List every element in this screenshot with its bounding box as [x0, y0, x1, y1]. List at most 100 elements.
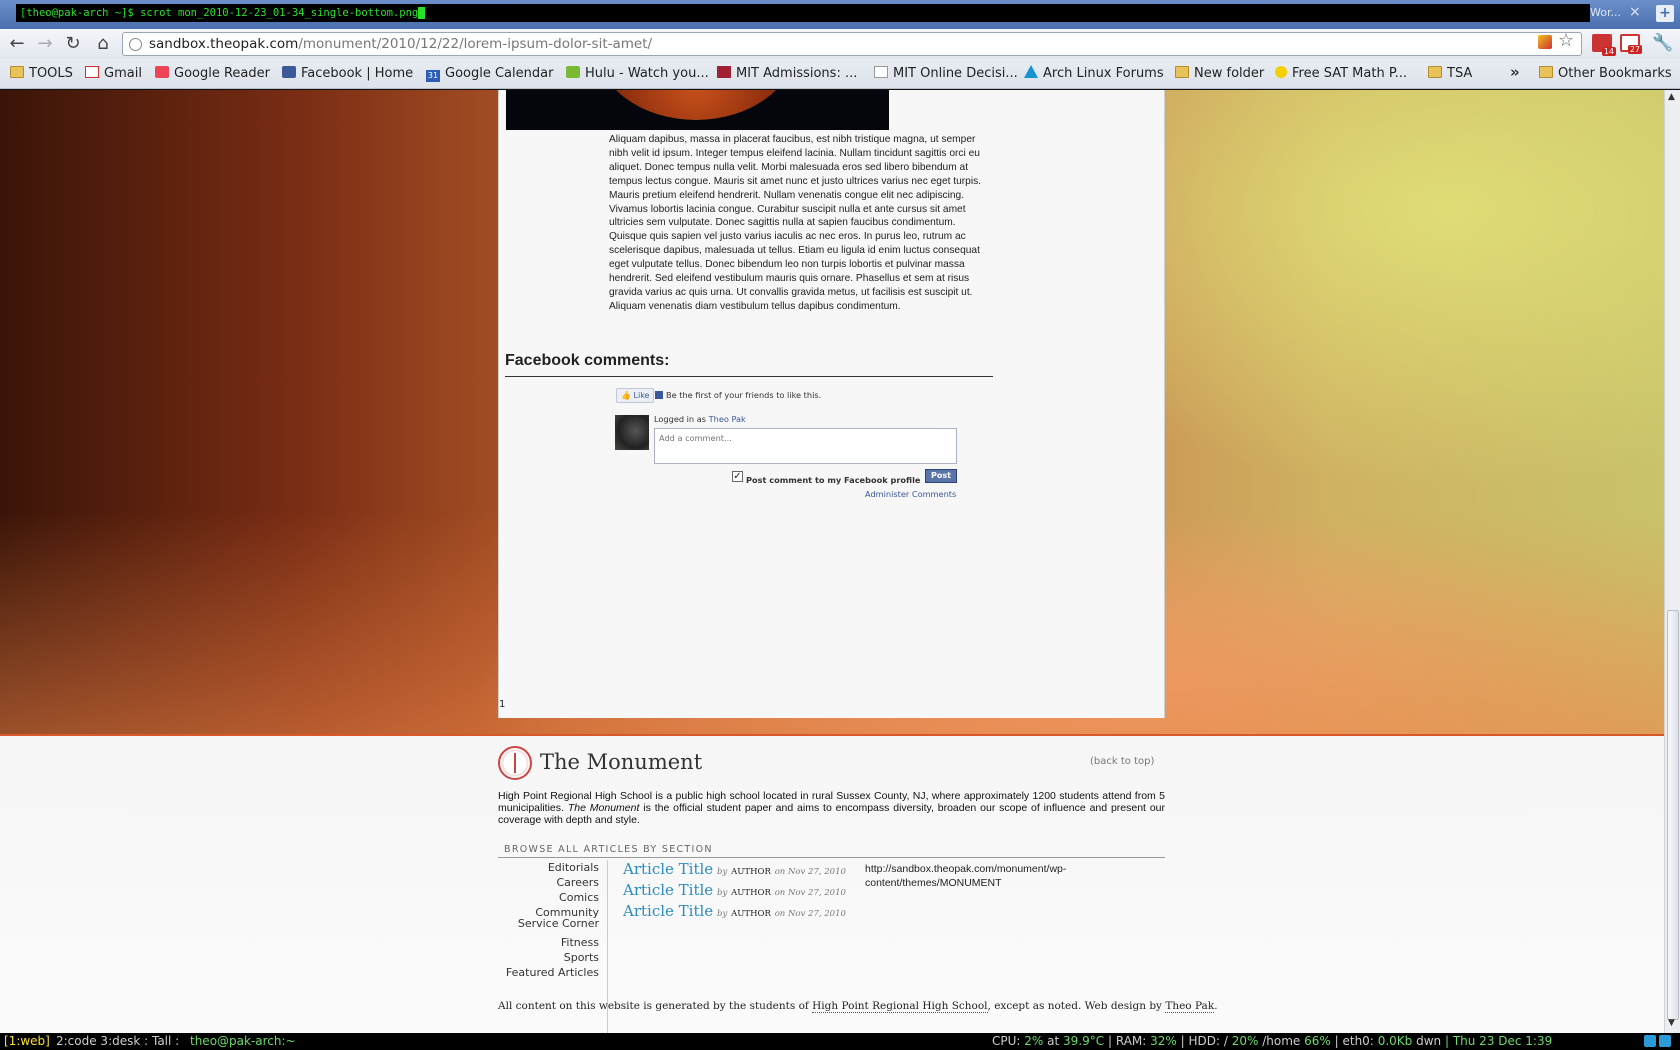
other-bookmarks[interactable]: Other Bookmarks — [1539, 59, 1672, 89]
bookmark-tools[interactable]: TOOLS — [10, 59, 73, 89]
section-link-careers[interactable]: Careers — [557, 877, 600, 888]
article-title-link[interactable]: Article Title — [623, 902, 713, 920]
scroll-thumb[interactable] — [1667, 610, 1679, 1020]
eth-label: | eth0: — [1334, 1034, 1374, 1048]
post-to-profile-label: Post comment to my Facebook profile — [746, 475, 921, 485]
wrench-menu-icon[interactable]: 🔧 — [1652, 33, 1673, 53]
reader-extension-button[interactable]: 14 — [1592, 34, 1616, 56]
article-author: AUTHOR — [731, 867, 771, 877]
close-tab-icon[interactable]: × — [1629, 4, 1641, 20]
bookmark-label: TSA — [1447, 66, 1473, 81]
forward-button[interactable]: → — [34, 34, 56, 54]
bookmark-label: Hulu - Watch you... — [585, 66, 709, 81]
section-link-community-service-corner[interactable]: Community Service Corner — [499, 907, 599, 929]
section-link-comics[interactable]: Comics — [559, 892, 599, 903]
section-link-featured-articles[interactable]: Featured Articles — [506, 967, 599, 978]
hdd-root-value: 20% — [1231, 1034, 1259, 1048]
system-monitor: CPU: 2% at 39.9°C | RAM: 32% | HDD: / 20… — [992, 1033, 1552, 1050]
back-to-top-link[interactable]: (back to top) — [1090, 756, 1154, 767]
article-list-item: Article Title by AUTHOR on Nov 27, 2010 — [623, 902, 846, 920]
hdd-home-label: /home — [1262, 1034, 1301, 1048]
bookmark-label: Arch Linux Forums — [1043, 66, 1164, 81]
bookmark-free-sat-math[interactable]: Free SAT Math P... — [1275, 59, 1407, 89]
school-link[interactable]: High Point Regional High School — [812, 1000, 988, 1013]
page-number[interactable]: 1 — [499, 699, 505, 710]
site-credits: All content on this website is generated… — [498, 1000, 1218, 1013]
browser-tab-title[interactable]: Wor... — [1590, 6, 1621, 19]
bookmark-tsa[interactable]: TSA — [1428, 59, 1472, 89]
folder-icon — [1175, 66, 1189, 78]
bookmark-google-calendar[interactable]: 31 Google Calendar — [426, 59, 553, 89]
monument-seal-logo[interactable] — [498, 746, 532, 780]
new-tab-button[interactable]: + — [1656, 5, 1674, 22]
bookmark-mit-admissions[interactable]: MIT Admissions: ... — [717, 59, 857, 89]
gmail-extension-button[interactable]: 27 — [1620, 34, 1642, 54]
credits-part-1: All content on this website is generated… — [498, 1000, 809, 1012]
ram-value: 32% — [1150, 1034, 1177, 1048]
page-scrollbar[interactable]: ▲ ▼ — [1664, 90, 1680, 1033]
browser-tab-strip: [theo@pak-arch ~]$ scrot mon_2010-12-23_… — [0, 0, 1680, 29]
scroll-down-arrow-icon[interactable]: ▼ — [1668, 1018, 1675, 1028]
scroll-up-arrow-icon[interactable]: ▲ — [1668, 92, 1675, 102]
comment-input[interactable] — [654, 428, 957, 464]
like-label: Like — [633, 391, 650, 400]
article-title-link[interactable]: Article Title — [623, 860, 713, 878]
terminal-prompt[interactable]: [theo@pak-arch ~]$ scrot mon_2010-12-23_… — [16, 4, 1590, 22]
back-button[interactable]: ← — [6, 34, 28, 54]
facebook-comments-heading: Facebook comments: — [505, 352, 670, 369]
url-host: sandbox.theopak.com — [149, 36, 299, 52]
volume-icon[interactable] — [1659, 1035, 1671, 1047]
page-viewport: Aliquam dapibus, massa in placerat fauci… — [0, 90, 1664, 1033]
logged-in-prefix: Logged in as — [654, 414, 707, 424]
article-author: AUTHOR — [731, 888, 771, 898]
section-link-fitness[interactable]: Fitness — [561, 937, 599, 948]
bookmark-new-folder[interactable]: New folder — [1175, 59, 1264, 89]
bookmark-star-icon[interactable]: ☆ — [1558, 30, 1574, 51]
article-date: on Nov 27, 2010 — [774, 909, 846, 919]
bookmark-label: Google Reader — [174, 66, 270, 81]
cpu-at: at — [1047, 1034, 1060, 1048]
theme-url-text: http://sandbox.theopak.com/monument/wp-c… — [865, 863, 1067, 889]
bookmark-facebook[interactable]: Facebook | Home — [282, 59, 413, 89]
bookmark-google-reader[interactable]: Google Reader — [155, 59, 270, 89]
google-calendar-icon: 31 — [426, 70, 440, 82]
credits-end: . — [1214, 1000, 1218, 1012]
like-prompt: Be the first of your friends to like thi… — [655, 390, 821, 400]
page-action-icon[interactable] — [1538, 35, 1552, 49]
post-comment-button[interactable]: Post — [925, 469, 957, 483]
google-reader-icon — [155, 66, 169, 78]
network-icon[interactable] — [1644, 1035, 1656, 1047]
system-tray[interactable] — [1644, 1035, 1676, 1048]
terminal-cursor — [418, 7, 426, 19]
paper-name: The Monument — [567, 802, 640, 814]
post-to-profile-checkbox[interactable]: ✓ — [732, 471, 743, 482]
user-profile-link[interactable]: Theo Pak — [709, 414, 746, 424]
article-by: by — [717, 909, 728, 919]
section-link-sports[interactable]: Sports — [564, 952, 599, 963]
workspace-list[interactable]: 2:code 3:desk : Tall : — [56, 1033, 179, 1050]
section-link-editorials[interactable]: Editorials — [548, 862, 599, 873]
facebook-like-button[interactable]: 👍 Like — [616, 388, 655, 403]
cpu-value: 2% — [1024, 1034, 1044, 1048]
site-title[interactable]: The Monument — [540, 750, 702, 774]
bookmark-label: Free SAT Math P... — [1292, 66, 1408, 81]
more-bookmarks-chevron-icon[interactable]: » — [1510, 59, 1520, 85]
address-bar[interactable]: sandbox.theopak.com/monument/2010/12/22/… — [122, 32, 1582, 56]
administer-comments-link[interactable]: Administer Comments — [865, 489, 956, 499]
folder-icon — [10, 66, 24, 78]
bookmark-hulu[interactable]: Hulu - Watch you... — [566, 59, 709, 89]
bookmark-label: Google Calendar — [445, 66, 554, 81]
workspace-web[interactable]: [1:web] — [4, 1033, 50, 1050]
bookmark-mit-online-decision[interactable]: MIT Online Decisi... — [874, 59, 1018, 89]
reload-button[interactable]: ↻ — [62, 34, 84, 54]
bookmark-gmail[interactable]: Gmail — [85, 59, 142, 89]
other-bookmarks-label: Other Bookmarks — [1558, 66, 1672, 81]
bookmark-label: Facebook | Home — [301, 66, 414, 81]
home-button[interactable]: ⌂ — [92, 34, 114, 54]
bookmark-label: Gmail — [104, 66, 142, 81]
article-title-link[interactable]: Article Title — [623, 881, 713, 899]
about-text: High Point Regional High School is a pub… — [498, 790, 1165, 826]
designer-link[interactable]: Theo Pak — [1165, 1000, 1215, 1013]
article-date: on Nov 27, 2010 — [774, 867, 846, 877]
bookmark-arch-linux-forums[interactable]: Arch Linux Forums — [1024, 59, 1164, 89]
